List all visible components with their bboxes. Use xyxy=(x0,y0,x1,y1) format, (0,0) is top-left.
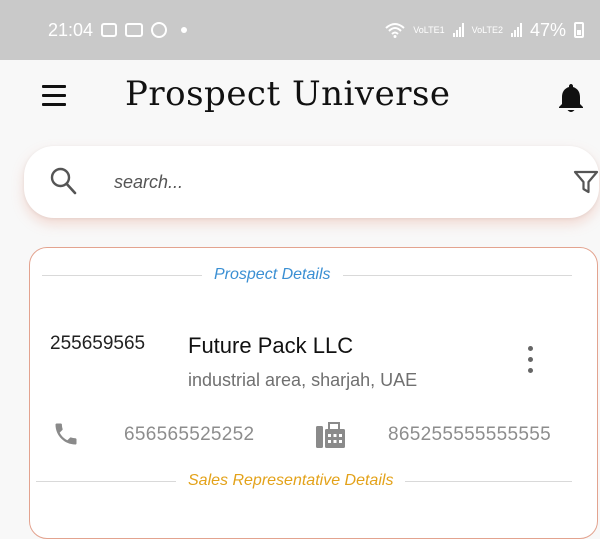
status-bar-left: 21:04 xyxy=(48,19,188,41)
app-bar: Prospect Universe xyxy=(0,60,600,132)
prospect-details-header: Prospect Details xyxy=(0,266,600,284)
menu-button[interactable] xyxy=(40,82,70,110)
search-icon xyxy=(50,167,77,195)
search-bar xyxy=(24,146,599,218)
sales-representative-header: Sales Representative Details xyxy=(0,472,600,490)
status-bar-right: VoLTE1 VoLTE2 47% xyxy=(385,20,584,41)
sales-representative-title: Sales Representative Details xyxy=(188,472,394,489)
filter-icon xyxy=(573,170,599,194)
notifications-button[interactable] xyxy=(556,82,586,114)
prospect-card[interactable] xyxy=(29,247,598,539)
signal-bars-1-icon xyxy=(452,23,464,37)
prospect-details-title: Prospect Details xyxy=(214,266,331,283)
phone-icon xyxy=(55,423,77,445)
fax-icon xyxy=(316,422,345,448)
battery-icon xyxy=(574,22,584,38)
company-name: Future Pack LLC xyxy=(188,333,354,358)
more-options-button[interactable] xyxy=(520,343,542,377)
gallery-notification-icon xyxy=(101,23,118,37)
status-time: 21:04 xyxy=(48,19,94,40)
search-input[interactable] xyxy=(112,166,516,198)
bell-icon xyxy=(559,84,583,112)
message-notification-icon xyxy=(125,23,144,37)
wifi-icon xyxy=(385,23,405,38)
phone-number: 656565525252 xyxy=(124,424,255,445)
filter-button[interactable] xyxy=(572,168,600,196)
signal-label-2: VoLTE2 xyxy=(471,24,503,35)
more-notifications-dot-icon xyxy=(181,27,188,33)
battery-percent: 47% xyxy=(529,19,566,40)
page-title: Prospect Universe xyxy=(125,74,451,114)
prospect-id: 255659565 xyxy=(50,333,146,354)
status-bar: 21:04 VoLTE1 VoLTE2 47% xyxy=(0,0,600,60)
signal-label-1: VoLTE1 xyxy=(413,24,445,35)
signal-bars-2-icon xyxy=(510,23,522,37)
whatsapp-notification-icon xyxy=(151,22,168,38)
fax-number: 865255555555555 xyxy=(388,424,552,445)
company-address: industrial area, sharjah, UAE xyxy=(188,370,418,390)
